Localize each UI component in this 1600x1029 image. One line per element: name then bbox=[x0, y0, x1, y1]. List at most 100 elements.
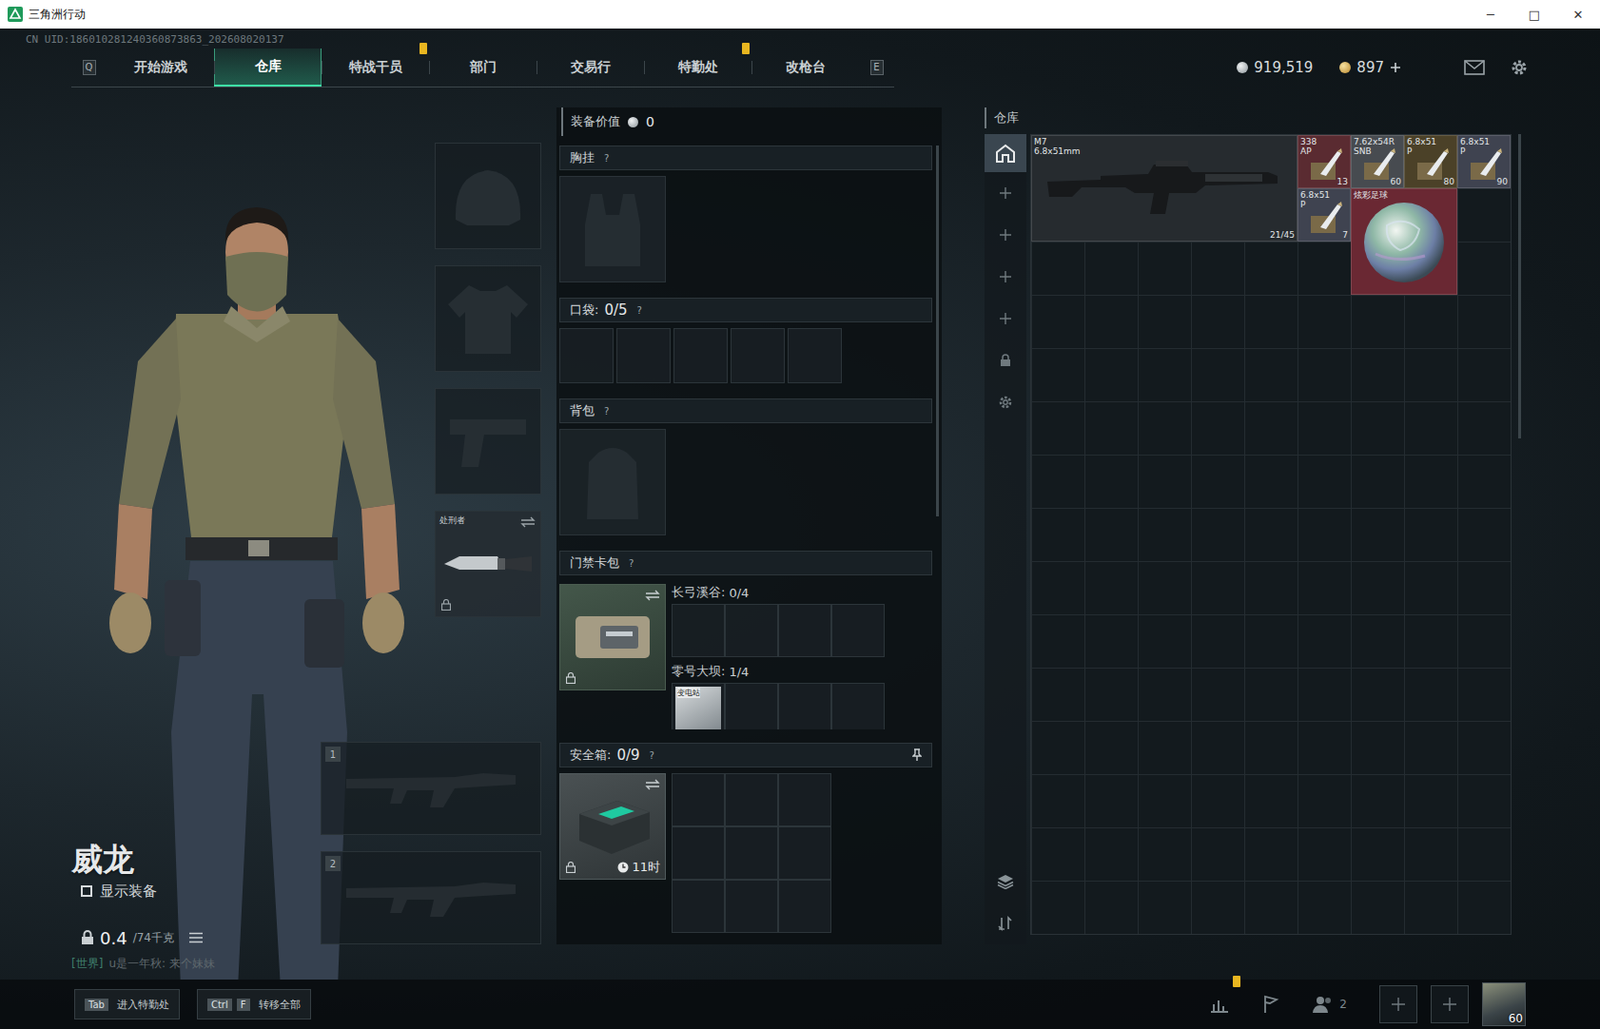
clock-icon bbox=[617, 861, 629, 874]
keycard-slot[interactable] bbox=[778, 682, 832, 730]
sort-tool[interactable] bbox=[984, 902, 1027, 945]
flag-button[interactable] bbox=[1251, 985, 1290, 1024]
ammo-item[interactable]: 338 AP 13 bbox=[1297, 135, 1351, 189]
item-subtitle: P bbox=[1300, 199, 1306, 210]
loadout-scroll: 装备价值 0 胸挂 ? 口袋: 0/5 ? 背包 ? 门禁卡包 ? 长弓溪谷: … bbox=[556, 107, 942, 730]
safebox-cell[interactable] bbox=[671, 773, 725, 827]
helmet-slot[interactable] bbox=[434, 142, 542, 250]
operator-info: 威龙 显示装备 0.4 /74千克 [世界] u是一年秋: 来个妹妹 bbox=[0, 90, 321, 980]
safebox-cell[interactable] bbox=[778, 826, 832, 880]
ammo-item[interactable]: 7.62x54R SNB 60 bbox=[1350, 135, 1405, 189]
item-name: 炫彩足球 bbox=[1353, 190, 1388, 200]
nav-tab[interactable]: 开始游戏 bbox=[106, 48, 215, 87]
nav-tab[interactable]: 仓库 bbox=[214, 48, 322, 87]
next-tab-key[interactable]: E bbox=[870, 59, 884, 76]
armor-slot[interactable] bbox=[434, 265, 542, 372]
settings-tool[interactable] bbox=[984, 381, 1027, 424]
help-mark[interactable]: ? bbox=[628, 558, 634, 569]
add-tool[interactable] bbox=[984, 214, 1027, 256]
layers-tool[interactable] bbox=[984, 860, 1027, 903]
keycard-case-slot[interactable] bbox=[559, 584, 666, 691]
pocket-slot[interactable] bbox=[730, 328, 785, 384]
nav-tab[interactable]: 特勤处 bbox=[643, 48, 752, 87]
keycard-slot[interactable]: 变电站 bbox=[671, 682, 725, 730]
hotkey-button[interactable]: CtrlF 转移全部 bbox=[196, 989, 312, 1020]
chat-line[interactable]: [世界] u是一年秋: 来个妹妹 bbox=[71, 955, 321, 973]
safebox-cell[interactable] bbox=[778, 773, 832, 827]
add-tool[interactable] bbox=[984, 297, 1027, 340]
nav-tab[interactable]: 改枪台 bbox=[751, 48, 859, 87]
nav-tab[interactable]: 交易行 bbox=[536, 48, 644, 87]
safebox-cell[interactable] bbox=[671, 879, 725, 934]
swap-icon[interactable] bbox=[644, 589, 661, 602]
backpack-slot[interactable] bbox=[559, 429, 666, 536]
weapon-slot[interactable]: 2 bbox=[320, 851, 542, 945]
rifle-silhouette-icon bbox=[340, 869, 522, 927]
notice-badge bbox=[419, 42, 428, 55]
party-slot[interactable] bbox=[1379, 985, 1418, 1024]
nav-tab[interactable]: 部门 bbox=[429, 48, 537, 87]
safebox-cell[interactable] bbox=[724, 879, 779, 934]
pocket-slot[interactable] bbox=[673, 328, 728, 384]
keycard-slot[interactable] bbox=[724, 604, 779, 658]
slot-label: 处刑者 bbox=[439, 514, 466, 527]
keycard-slot[interactable] bbox=[778, 604, 832, 658]
list-icon[interactable] bbox=[189, 932, 203, 944]
add-tool[interactable] bbox=[984, 255, 1027, 298]
game-screen: CN UID:186010281240360873863_20260802013… bbox=[0, 28, 1600, 1029]
prev-tab-key[interactable]: Q bbox=[82, 59, 97, 76]
help-mark[interactable]: ? bbox=[637, 305, 643, 316]
chat-channel: [世界] bbox=[71, 956, 103, 973]
help-mark[interactable]: ? bbox=[604, 153, 609, 164]
help-mark[interactable]: ? bbox=[649, 750, 655, 761]
keycard-slot[interactable] bbox=[724, 682, 779, 730]
player-avatar[interactable]: 60 bbox=[1482, 982, 1526, 1027]
friends-button[interactable]: 2 bbox=[1303, 985, 1357, 1024]
keycard-item[interactable]: 变电站 bbox=[675, 686, 722, 730]
safebox-cell[interactable] bbox=[671, 826, 725, 880]
window-control-button[interactable]: ─ bbox=[1468, 0, 1513, 29]
collectible-item[interactable]: 炫彩足球 bbox=[1350, 188, 1458, 295]
pocket-slot[interactable] bbox=[559, 328, 614, 384]
melee-slot[interactable]: 处刑者 bbox=[434, 510, 542, 618]
safebox-cell[interactable] bbox=[778, 879, 832, 934]
token-icon bbox=[1339, 61, 1351, 74]
chest-rig-slot[interactable] bbox=[559, 175, 666, 283]
stats-button[interactable] bbox=[1200, 985, 1239, 1024]
weapon-slot[interactable]: 1 bbox=[320, 741, 542, 836]
hotkey-button[interactable]: Tab 进入特勤处 bbox=[74, 989, 180, 1020]
show-gear-checkbox[interactable] bbox=[80, 885, 93, 898]
settings-gear-icon[interactable] bbox=[1509, 58, 1529, 78]
window-control-button[interactable]: □ bbox=[1512, 0, 1557, 29]
show-gear-toggle[interactable]: 显示装备 bbox=[80, 880, 321, 902]
section-title: 门禁卡包 bbox=[569, 554, 620, 572]
home-tool[interactable] bbox=[984, 134, 1027, 173]
loadout-scrollbar[interactable] bbox=[932, 107, 942, 730]
nav-tab[interactable]: 特战干员 bbox=[321, 48, 430, 87]
swap-icon[interactable] bbox=[644, 779, 661, 791]
safebox-slot[interactable]: 11时 bbox=[559, 773, 666, 880]
help-mark[interactable]: ? bbox=[604, 406, 609, 417]
keycard-slot[interactable] bbox=[831, 604, 885, 658]
pocket-slot[interactable] bbox=[616, 328, 671, 384]
ammo-item[interactable]: 6.8x51 P 90 bbox=[1457, 135, 1511, 189]
safebox-cell[interactable] bbox=[724, 773, 779, 827]
keycard-slot[interactable] bbox=[671, 604, 725, 658]
keycard-slot[interactable] bbox=[831, 682, 885, 730]
add-tool[interactable] bbox=[984, 172, 1027, 215]
lock-tool[interactable] bbox=[984, 339, 1027, 382]
keycard-case-icon bbox=[571, 610, 654, 664]
pistol-slot[interactable] bbox=[434, 388, 542, 495]
ammo-item[interactable]: 6.8x51 P 80 bbox=[1404, 135, 1458, 189]
add-tokens-icon[interactable] bbox=[1389, 61, 1402, 74]
pin-icon[interactable] bbox=[912, 748, 922, 762]
safebox-cell[interactable] bbox=[724, 826, 779, 880]
party-slot[interactable] bbox=[1430, 985, 1469, 1024]
swap-icon[interactable] bbox=[520, 516, 536, 528]
pocket-slot[interactable] bbox=[787, 328, 842, 384]
warehouse-scrollbar[interactable] bbox=[1515, 134, 1523, 945]
window-control-button[interactable]: ✕ bbox=[1556, 0, 1600, 29]
weapon-item[interactable]: M7 6.8x51mm 21/45 bbox=[1031, 135, 1298, 242]
mail-icon[interactable] bbox=[1463, 59, 1485, 76]
ammo-item[interactable]: 6.8x51 P 7 bbox=[1297, 188, 1351, 242]
